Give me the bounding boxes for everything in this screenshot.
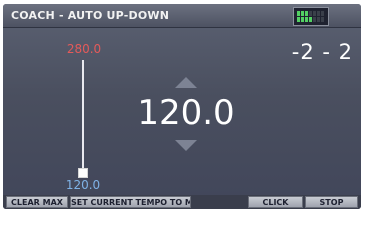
slider-handle[interactable] <box>78 168 88 178</box>
tempo-range-slider[interactable] <box>82 60 84 178</box>
set-current-tempo-to-max-button[interactable]: SET CURRENT TEMPO TO MAX <box>70 196 191 208</box>
page-title: COACH - AUTO UP-DOWN <box>11 9 170 22</box>
coach-screen: COACH - AUTO UP-DOWN -2 - 2 280.0 120.0 … <box>3 4 361 209</box>
min-tempo-label: 120.0 <box>65 178 101 192</box>
triangle-up-icon[interactable] <box>175 77 197 88</box>
level-meter-icon <box>293 7 329 26</box>
clear-max-button[interactable]: CLEAR MAX <box>6 196 68 208</box>
max-tempo-label: 280.0 <box>66 42 102 56</box>
tempo-value: 120.0 <box>137 93 235 133</box>
score-display: -2 - 2 <box>291 40 353 64</box>
stop-button[interactable]: STOP <box>305 196 358 208</box>
click-button[interactable]: CLICK <box>248 196 303 208</box>
meter-row-right <box>297 17 324 22</box>
meter-row-left <box>297 11 324 16</box>
title-bar: COACH - AUTO UP-DOWN <box>3 4 361 28</box>
triangle-down-icon[interactable] <box>175 140 197 151</box>
function-button-bar: CLEAR MAX SET CURRENT TEMPO TO MAX CLICK… <box>3 195 361 209</box>
